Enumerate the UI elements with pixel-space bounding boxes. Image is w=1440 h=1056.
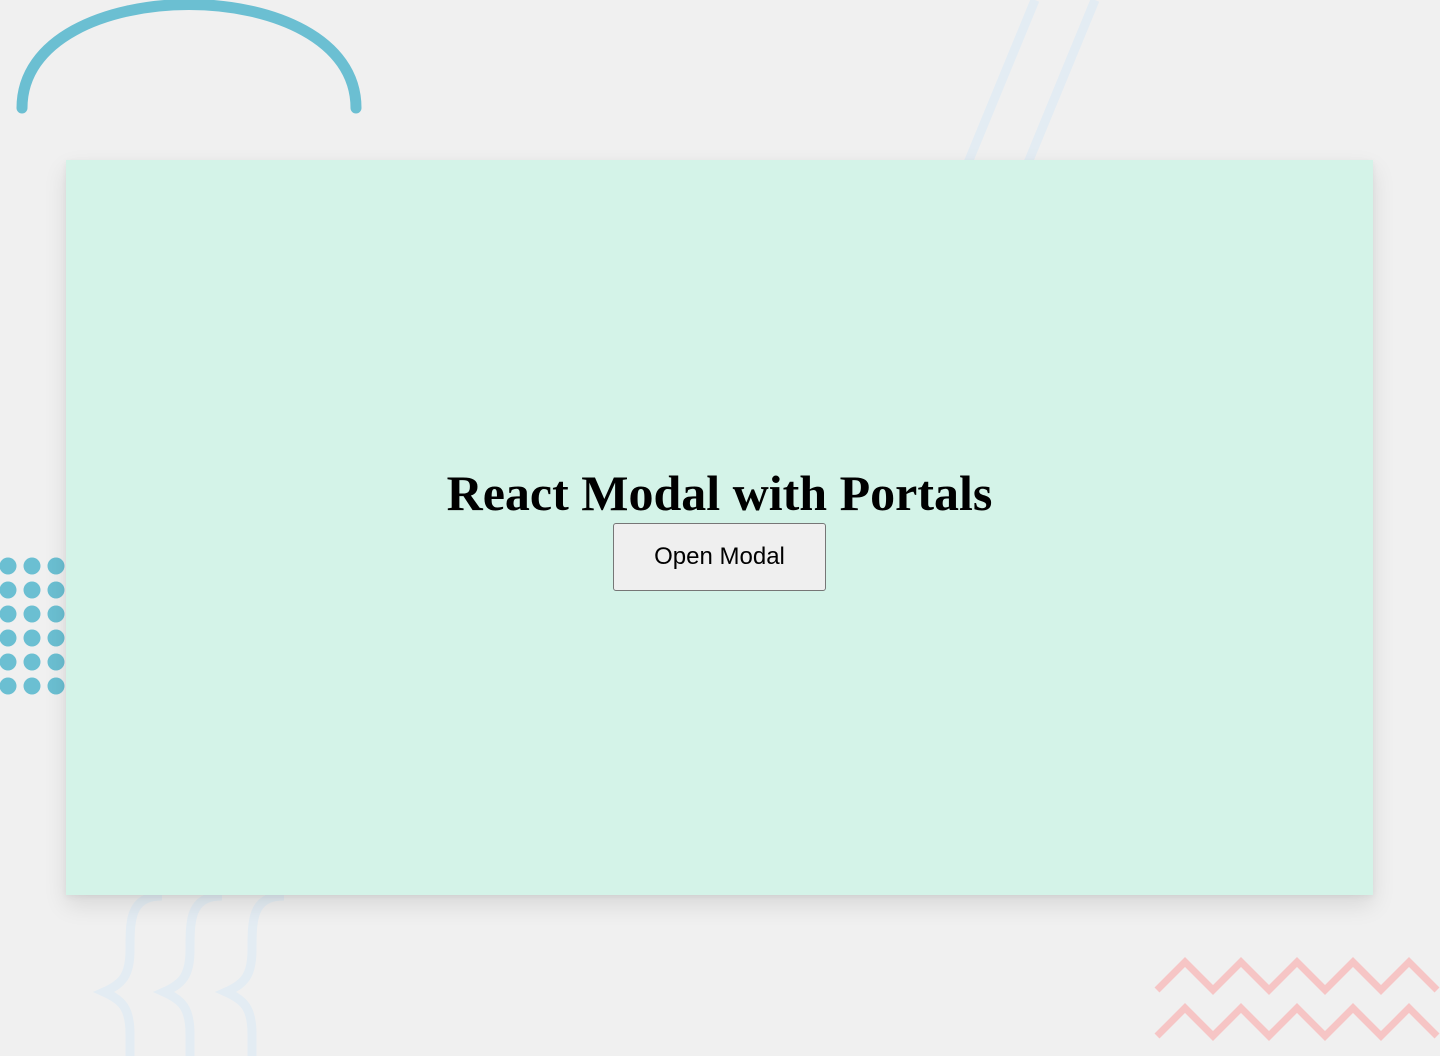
brace-lines-decoration [92,891,285,1056]
page-title: React Modal with Portals [446,464,993,521]
decorative-dot [47,605,65,623]
dot-grid-decoration [0,557,65,695]
zigzag-lines-decoration [1154,957,1440,1041]
content-card: React Modal with Portals Open Modal [66,160,1373,895]
page: React Modal with Portals Open Modal [0,0,1440,1056]
decorative-dot [0,653,17,671]
decorative-dot [0,629,17,647]
decorative-dot [47,581,65,599]
slash-lines-decoration [960,0,1100,170]
decorative-dot [23,653,41,671]
decorative-dot [0,605,17,623]
decorative-dot [47,557,65,575]
decorative-dot [47,677,65,695]
open-modal-button[interactable]: Open Modal [613,522,826,591]
decorative-dot [0,557,17,575]
decorative-dot [23,629,41,647]
decorative-dot [23,557,41,575]
decorative-dot [23,581,41,599]
decorative-dot [23,605,41,623]
decorative-dot [0,581,17,599]
decorative-dot [23,677,41,695]
decorative-dot [47,653,65,671]
decorative-dot [0,677,17,695]
decorative-dot [47,629,65,647]
arc-decoration [16,0,362,114]
